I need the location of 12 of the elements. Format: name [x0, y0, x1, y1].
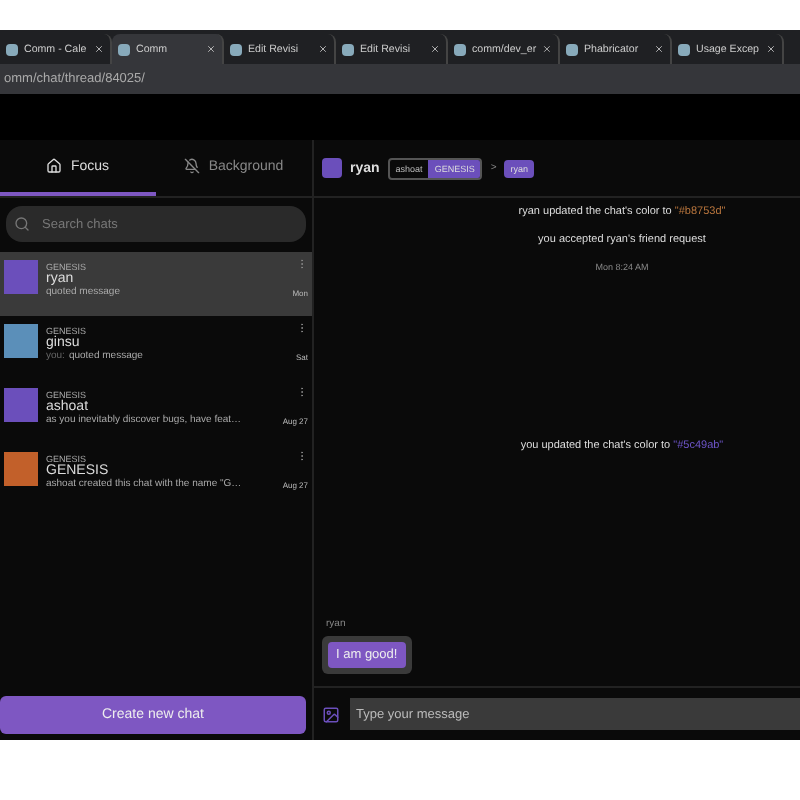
favicon-icon — [342, 43, 354, 55]
favicon-icon — [118, 43, 130, 55]
bell-off-icon — [184, 158, 201, 174]
close-icon[interactable] — [542, 44, 552, 54]
favicon-icon — [454, 43, 466, 55]
image-icon[interactable] — [322, 705, 340, 723]
favicon-icon — [566, 43, 578, 55]
favicon-icon — [6, 43, 18, 55]
home-icon — [46, 158, 63, 174]
search-icon — [14, 216, 30, 232]
favicon-icon — [678, 43, 690, 55]
favicon-icon — [230, 43, 242, 55]
